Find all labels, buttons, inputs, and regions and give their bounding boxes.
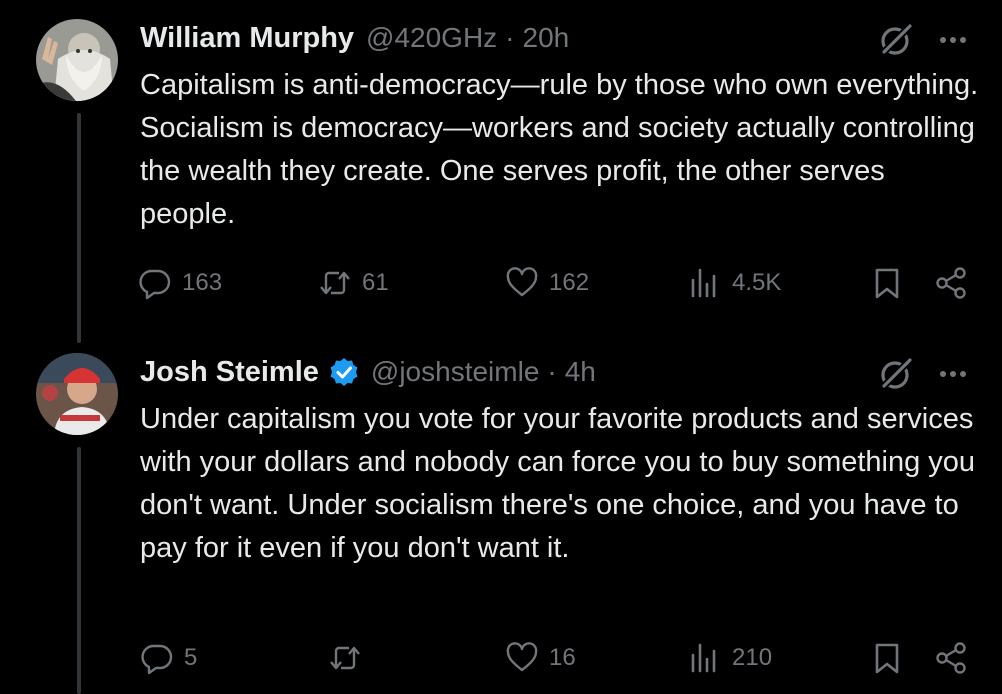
timestamp[interactable]: 20h xyxy=(523,22,570,54)
bookmark-button[interactable] xyxy=(870,263,904,303)
display-name[interactable]: William Murphy xyxy=(140,22,354,55)
like-icon xyxy=(506,267,538,297)
tweet-header-actions xyxy=(878,356,970,392)
like-icon xyxy=(506,642,538,672)
more-icon[interactable] xyxy=(936,23,970,57)
reply-icon xyxy=(141,644,173,675)
separator-dot: · xyxy=(505,22,515,53)
views-count: 4.5K xyxy=(732,269,782,296)
views-button[interactable]: 4.5K xyxy=(688,263,781,303)
share-button[interactable] xyxy=(934,263,968,303)
share-button[interactable] xyxy=(934,638,968,678)
repost-icon xyxy=(330,646,360,670)
like-button[interactable]: 162 xyxy=(505,263,589,303)
bookmark-icon xyxy=(875,268,899,299)
bookmark-icon xyxy=(875,643,899,674)
separator-dot: · xyxy=(547,356,557,387)
repost-button[interactable] xyxy=(328,638,372,678)
tweet-header-actions xyxy=(878,22,970,58)
repost-count: 61 xyxy=(362,269,389,296)
grok-icon[interactable] xyxy=(878,356,914,392)
avatar[interactable] xyxy=(36,353,118,435)
tweet-header: William Murphy @420GHz · 20h xyxy=(140,16,569,60)
reply-button[interactable]: 5 xyxy=(140,638,197,678)
share-icon xyxy=(936,642,966,674)
bookmark-button[interactable] xyxy=(870,638,904,678)
display-name[interactable]: Josh Steimle xyxy=(140,356,319,389)
grok-icon[interactable] xyxy=(878,22,914,58)
views-count: 210 xyxy=(732,644,773,671)
verified-badge-icon[interactable] xyxy=(329,357,359,387)
user-handle[interactable]: @420GHz xyxy=(366,22,497,54)
views-button[interactable]: 210 xyxy=(688,638,772,678)
user-handle[interactable]: @joshsteimle xyxy=(371,356,539,388)
timestamp[interactable]: 4h xyxy=(565,356,596,388)
views-icon xyxy=(691,268,716,298)
avatar[interactable] xyxy=(36,19,118,101)
reply-count: 5 xyxy=(184,644,198,671)
reply-icon xyxy=(139,269,171,300)
tweet[interactable]: William Murphy @420GHz · 20h Capitalism … xyxy=(0,16,1002,316)
repost-icon xyxy=(320,271,350,295)
share-icon xyxy=(936,267,966,299)
views-icon xyxy=(691,643,716,673)
repost-button[interactable]: 61 xyxy=(318,263,389,303)
like-count: 162 xyxy=(549,269,590,296)
tweet-actions: 5 16 210 xyxy=(0,638,1002,678)
tweet-text: Capitalism is anti-democracy—rule by tho… xyxy=(140,69,987,230)
reply-count: 163 xyxy=(182,269,223,296)
like-button[interactable]: 16 xyxy=(505,638,576,678)
more-icon[interactable] xyxy=(936,357,970,391)
like-count: 16 xyxy=(549,644,576,671)
reply-button[interactable]: 163 xyxy=(138,263,222,303)
tweet[interactable]: Josh Steimle @joshsteimle · 4h Under cap… xyxy=(0,350,1002,694)
tweet-header: Josh Steimle @joshsteimle · 4h xyxy=(140,350,596,394)
tweet-actions: 163 61 162 4.5K xyxy=(0,263,1002,303)
tweet-text: Under capitalism you vote for your favor… xyxy=(140,403,984,564)
